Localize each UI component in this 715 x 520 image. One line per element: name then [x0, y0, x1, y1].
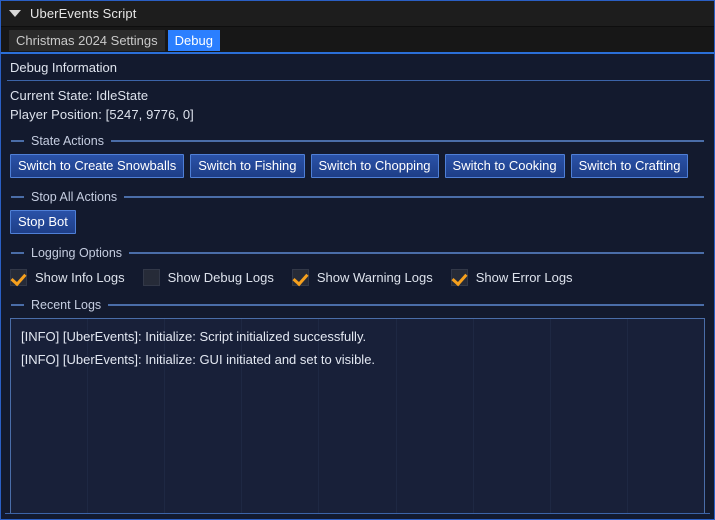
checkbox-label: Show Error Logs — [475, 270, 573, 285]
stop-bot-button[interactable]: Stop Bot — [10, 210, 76, 234]
checkmark-icon[interactable] — [450, 269, 468, 286]
tab-strip: Christmas 2024 Settings Debug — [1, 27, 714, 54]
checkbox-label: Show Info Logs — [35, 270, 125, 285]
player-position-label: Player Position: [5247, 9776, 0] — [10, 107, 194, 122]
checkbox-empty-icon[interactable] — [142, 269, 160, 286]
switch-to-cooking-button[interactable]: Switch to Cooking — [444, 154, 565, 178]
tab-christmas-2024-settings[interactable]: Christmas 2024 Settings — [9, 30, 165, 51]
switch-to-crafting-button[interactable]: Switch to Crafting — [570, 154, 689, 178]
switch-to-create-snowballs-button[interactable]: Switch to Create Snowballs — [10, 154, 185, 178]
group-rule — [124, 196, 704, 198]
recent-logs-group-header: Recent Logs — [1, 298, 714, 312]
checkbox-label: Show Warning Logs — [316, 270, 433, 285]
group-dash-icon — [11, 196, 24, 198]
stop-all-actions-group-header: Stop All Actions — [1, 190, 714, 204]
checkbox-show-info-logs[interactable]: Show Info Logs — [10, 269, 125, 286]
tab-debug[interactable]: Debug — [167, 30, 220, 51]
ubervents-script-window: UberEvents Script Christmas 2024 Setting… — [0, 0, 715, 520]
debug-panel-body: Debug Information Current State: IdleSta… — [1, 54, 714, 517]
group-rule — [108, 304, 704, 306]
checkmark-icon[interactable] — [291, 269, 309, 286]
current-state-label: Current State: IdleState — [10, 88, 149, 103]
group-rule — [129, 252, 704, 254]
state-actions-group-header: State Actions — [1, 134, 714, 148]
recent-logs-group-label: Recent Logs — [31, 298, 102, 312]
switch-to-chopping-button[interactable]: Switch to Chopping — [310, 154, 439, 178]
switch-to-fishing-button[interactable]: Switch to Fishing — [190, 154, 305, 178]
state-actions-button-row: Switch to Create Snowballs Switch to Fis… — [1, 148, 714, 178]
logging-options-group-header: Logging Options — [1, 246, 714, 260]
checkbox-show-error-logs[interactable]: Show Error Logs — [450, 269, 573, 286]
checkbox-label: Show Debug Logs — [167, 270, 274, 285]
group-dash-icon — [11, 252, 24, 254]
state-actions-group-label: State Actions — [31, 134, 104, 148]
recent-logs-panel[interactable]: [INFO] [UberEvents]: Initialize: Script … — [10, 318, 705, 514]
checkbox-show-debug-logs[interactable]: Show Debug Logs — [142, 269, 274, 286]
debug-information-header: Debug Information — [10, 60, 117, 75]
group-rule — [110, 140, 704, 142]
checkbox-show-warning-logs[interactable]: Show Warning Logs — [291, 269, 433, 286]
stop-all-actions-button-row: Stop Bot — [1, 204, 714, 234]
triangle-down-icon[interactable] — [9, 10, 21, 17]
group-dash-icon — [11, 140, 24, 142]
logging-options-row: Show Info Logs Show Debug Logs Show Warn… — [1, 260, 714, 286]
log-entry: [INFO] [UberEvents]: Initialize: GUI ini… — [21, 352, 376, 367]
stop-all-actions-group-label: Stop All Actions — [31, 190, 118, 204]
window-title: UberEvents Script — [30, 6, 137, 21]
logging-options-group-label: Logging Options — [31, 246, 123, 260]
window-titlebar: UberEvents Script — [1, 1, 714, 27]
log-entry: [INFO] [UberEvents]: Initialize: Script … — [21, 329, 367, 344]
group-dash-icon — [11, 304, 24, 306]
bottom-rule — [5, 513, 710, 514]
checkmark-icon[interactable] — [10, 269, 27, 286]
